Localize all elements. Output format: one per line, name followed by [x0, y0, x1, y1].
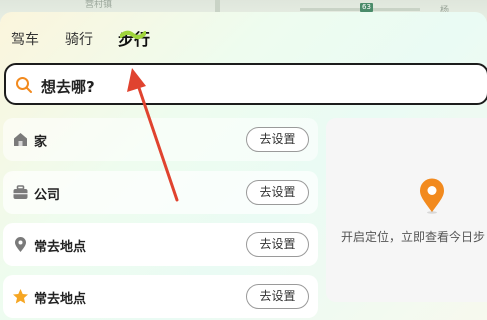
place-label-frequent: 常去地点	[34, 240, 87, 255]
search-placeholder: 想去哪?	[41, 78, 95, 96]
home-icon	[14, 133, 27, 146]
set-company-button[interactable]: 去设置	[246, 180, 309, 205]
place-label-company: 公司	[34, 188, 61, 203]
active-tab-indicator	[120, 30, 146, 40]
place-label-frequent: 常去地点	[34, 292, 87, 307]
location-marker-icon	[420, 178, 444, 214]
enable-location-text: 开启定位，立即查看今日步	[341, 230, 486, 244]
search-input[interactable]: 想去哪?	[4, 63, 487, 105]
map-road-badge: 63	[360, 3, 373, 12]
tab-cycling[interactable]: 骑行	[65, 29, 93, 49]
place-row-frequent-2[interactable]: 常去地点 去设置	[3, 275, 318, 318]
tab-driving[interactable]: 驾车	[11, 29, 39, 49]
map-place-label: 营村镇	[85, 0, 113, 10]
search-icon	[16, 77, 32, 93]
transport-mode-tabs: 驾车 骑行 步行	[0, 12, 487, 62]
location-pin-icon	[15, 237, 26, 252]
star-icon	[13, 289, 28, 304]
set-frequent-place-button[interactable]: 去设置	[246, 232, 309, 257]
place-row-frequent-1[interactable]: 常去地点 去设置	[3, 223, 318, 266]
place-row-company[interactable]: 公司 去设置	[3, 171, 318, 214]
place-row-home[interactable]: 家 去设置	[3, 118, 318, 161]
set-home-button[interactable]: 去设置	[246, 127, 309, 152]
briefcase-icon	[13, 185, 28, 199]
enable-location-card[interactable]: 开启定位，立即查看今日步	[326, 118, 487, 302]
place-label-home: 家	[34, 135, 48, 150]
set-frequent-place-button[interactable]: 去设置	[246, 284, 309, 309]
